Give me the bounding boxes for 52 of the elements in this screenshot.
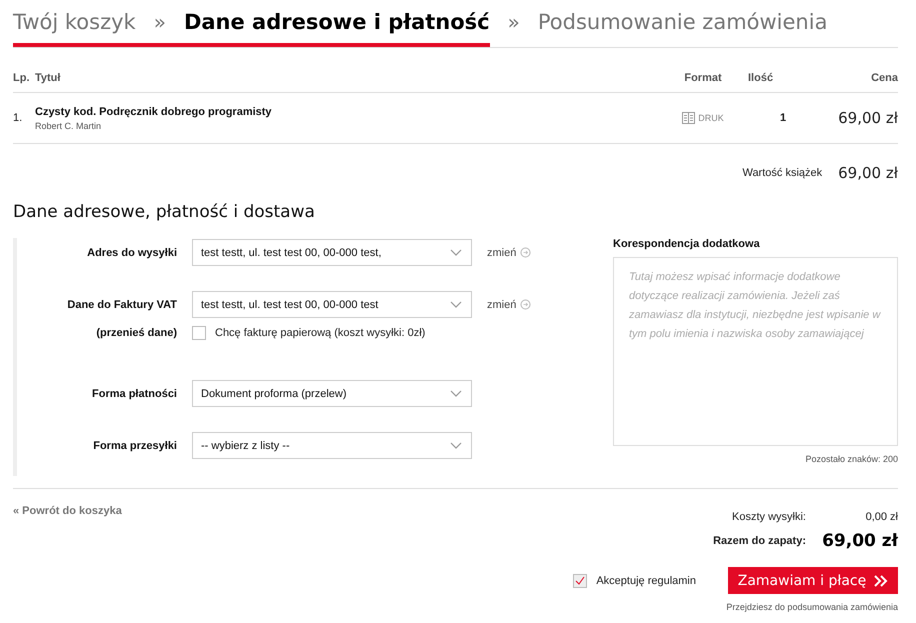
book-icon	[682, 112, 696, 124]
checkbox-label: Chcę fakturę papierową (koszt wysyłki: 0zł)	[215, 327, 426, 339]
chevron-down-icon	[449, 388, 463, 399]
price: 69,00 zł	[837, 109, 898, 127]
chevron-down-icon	[449, 440, 463, 451]
notes-label: Korespondencja dodatkowa	[613, 238, 761, 252]
chevron-down-icon	[449, 299, 463, 310]
column-header: Format	[683, 71, 723, 84]
field-label: (przenieś dane)	[95, 327, 177, 339]
step-separator: »	[152, 10, 167, 34]
column-header: Tytuł	[35, 71, 62, 84]
dropdown[interactable]: -- wybierz z listy --	[192, 432, 472, 459]
field-label: Forma płatności	[91, 388, 177, 400]
terms-label: Akceptuję regulamin	[596, 574, 696, 586]
shipping-label: Koszty wysyłki:	[731, 511, 806, 523]
book-author: Robert C. Martin	[35, 120, 102, 130]
column-header: Lp.	[13, 71, 30, 84]
step-tab[interactable]: Twój koszyk	[13, 10, 136, 34]
book-title: Czysty kod. Podręcznik dobrego programisty	[35, 106, 273, 118]
section-heading: Dane adresowe, płatność i dostawa	[13, 202, 316, 222]
column-header: Cena	[870, 71, 898, 84]
character-counter: Pozostało znaków: 200	[804, 454, 898, 464]
double-chevron-icon	[874, 574, 888, 586]
chevron-down-icon	[449, 247, 463, 258]
step-tab[interactable]: Podsumowanie zamówienia	[538, 10, 828, 34]
dropdown[interactable]: test testt, ul. test test 00, 00-000 test,	[192, 239, 472, 266]
dropdown[interactable]: test testt, ul. test test 00, 00-000 test	[192, 291, 472, 318]
arrow-circle-icon	[520, 247, 532, 258]
step-separator: »	[506, 10, 521, 34]
notes-field[interactable]: Tutaj możesz wpisać informacje dodatkowe dotyczące realizacji zamówienia. Jeżeli zaś zamawiasz dla instytucji, niezbędne jest wpisanie w tym polu imienia i nazwiska osoby zamawiającej	[613, 257, 898, 446]
hint-text: Przejdziesz do podsumowania zamówienia	[725, 602, 898, 612]
dropdown[interactable]: Dokument proforma (przelew)	[192, 380, 472, 407]
field-label: Adres do wysyłki	[86, 246, 177, 258]
checkbox[interactable]	[192, 326, 206, 340]
column-header: Ilość	[748, 71, 774, 84]
field-label: Forma przesyłki	[92, 440, 177, 452]
change-link[interactable]: zmień	[487, 246, 516, 258]
order-button[interactable]: Zamawiam i płacę	[728, 567, 898, 594]
total-label: Razem do zapaty:	[713, 535, 806, 547]
subtotal-value: 69,00 zł	[838, 164, 898, 182]
shipping-value: 0,00 zł	[864, 511, 898, 523]
arrow-circle-icon	[520, 299, 532, 310]
format-label: DRUK	[698, 113, 724, 123]
field-label: Dane do Faktury VAT	[66, 298, 177, 310]
subtotal-label: Wartość książek	[742, 167, 822, 179]
total-value: 69,00 zł	[821, 531, 898, 551]
row-number: 1.	[13, 112, 24, 124]
step-tab[interactable]: Dane adresowe i płatność	[184, 10, 490, 34]
quantity: 1	[778, 112, 788, 124]
back-link[interactable]: « Powrót do koszyka	[13, 505, 122, 551]
checkbox[interactable]	[573, 574, 588, 588]
change-link[interactable]: zmień	[487, 298, 516, 310]
